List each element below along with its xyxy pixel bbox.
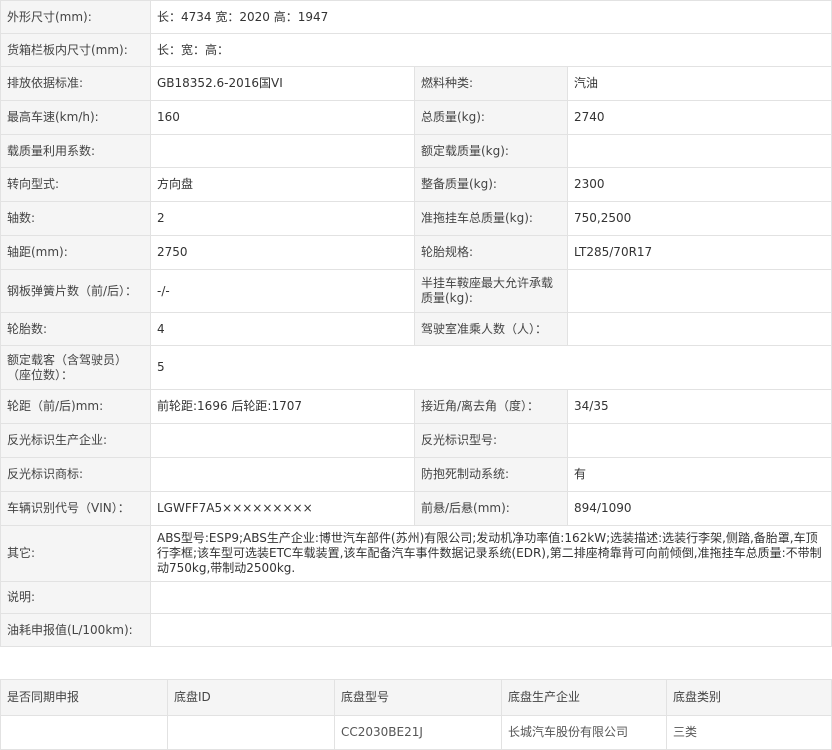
spec-label: 最高车速(km/h):	[0, 100, 151, 135]
spec-label: 轴数:	[0, 201, 151, 236]
spec-value: 894/1090	[566, 491, 832, 526]
spec-row: 轴数: 2 准拖挂车总质量(kg): 750,2500	[0, 201, 832, 236]
spec-label: 车辆识别代号（VIN）：	[0, 491, 151, 526]
spec-label: 整备质量(kg):	[414, 167, 568, 202]
spec-label: 轮胎规格:	[414, 235, 568, 270]
spec-value: 方向盘	[150, 167, 415, 202]
spec-row: 说明:	[0, 581, 832, 614]
spec-value: 长：4734 宽：2020 高：1947	[149, 0, 832, 34]
chassis-cell	[167, 715, 335, 750]
spec-value	[150, 423, 415, 458]
chassis-cell	[0, 715, 168, 750]
spec-label: 燃料种类:	[414, 66, 568, 101]
spec-label: 排放依据标准:	[0, 66, 151, 101]
spec-value: 34/35	[566, 389, 832, 424]
spec-label: 载质量利用系数:	[0, 134, 151, 168]
spec-label: 反光标识型号:	[414, 423, 568, 458]
spec-row: 轮距（前/后)mm: 前轮距:1696 后轮距:1707 接近角/离去角（度）： 34…	[0, 389, 832, 424]
spec-value: LGWFF7A5×××××××××	[150, 491, 415, 526]
vehicle-spec-body: 外形尺寸(mm): 长：4734 宽：2020 高：1947 货箱栏板内尺寸(mm)…	[0, 0, 832, 647]
spec-value	[150, 134, 415, 168]
spec-value	[150, 457, 415, 492]
spec-label: 驾驶室准乘人数（人）：	[414, 312, 568, 346]
chassis-header-cell: 底盘型号	[334, 679, 502, 716]
spec-value	[566, 134, 832, 168]
vehicle-spec-table: 外形尺寸(mm): 长：4734 宽：2020 高：1947 货箱栏板内尺寸(mm)…	[0, 0, 832, 647]
chassis-header-cell: 底盘生产企业	[501, 679, 667, 716]
spec-value: LT285/70R17	[566, 235, 832, 270]
spec-label: 准拖挂车总质量(kg):	[414, 201, 568, 236]
spec-value: 有	[566, 457, 832, 492]
spec-row: 货箱栏板内尺寸(mm): 长：宽：高：	[0, 33, 832, 67]
spec-label: 防抱死制动系统:	[414, 457, 568, 492]
spec-row: 轮胎数: 4 驾驶室准乘人数（人）：	[0, 312, 832, 346]
spec-row: 外形尺寸(mm): 长：4734 宽：2020 高：1947	[0, 0, 832, 34]
spec-row: 额定载客（含驾驶员）（座位数）： 5	[0, 345, 832, 390]
spec-label: 额定载质量(kg):	[414, 134, 568, 168]
spec-value: GB18352.6-2016国VI	[150, 66, 415, 101]
spec-value: 2750	[150, 235, 415, 270]
spec-row: 载质量利用系数: 额定载质量(kg):	[0, 134, 832, 168]
chassis-body: CC2030BE21J 长城汽车股份有限公司 三类	[0, 715, 832, 750]
spec-value: 2	[150, 201, 415, 236]
chassis-table: 是否同期申报 底盘ID 底盘型号 底盘生产企业 底盘类别 CC2030BE21J 长城汽车…	[0, 679, 832, 750]
chassis-cell: CC2030BE21J	[334, 715, 502, 750]
spec-label: 货箱栏板内尺寸(mm):	[0, 33, 151, 67]
spec-value: -/-	[150, 269, 415, 313]
spec-row: 其它: ABS型号:ESP9;ABS生产企业:博世汽车部件(苏州)有限公司;发动机…	[0, 525, 832, 582]
spec-row: 最高车速(km/h): 160 总质量(kg): 2740	[0, 100, 832, 135]
spec-label: 说明:	[0, 581, 151, 614]
spec-row: 反光标识商标: 防抱死制动系统: 有	[0, 457, 832, 492]
spec-label: 半挂车鞍座最大允许承载质量(kg):	[414, 269, 568, 313]
chassis-cell: 三类	[666, 715, 832, 750]
spec-label: 轮胎数:	[0, 312, 151, 346]
spec-value	[566, 423, 832, 458]
spec-value	[566, 312, 832, 346]
spec-value: 汽油	[566, 66, 832, 101]
spec-row: 轴距(mm): 2750 轮胎规格: LT285/70R17	[0, 235, 832, 270]
spec-row: 车辆识别代号（VIN）： LGWFF7A5××××××××× 前悬/后悬(mm): 8…	[0, 491, 832, 526]
chassis-header-cell: 底盘ID	[167, 679, 335, 716]
spec-value	[149, 613, 832, 647]
spec-label: 额定载客（含驾驶员）（座位数）：	[0, 345, 151, 390]
spec-value: 4	[150, 312, 415, 346]
spec-value: 长：宽：高：	[149, 33, 832, 67]
spec-value: 2300	[566, 167, 832, 202]
spec-label: 接近角/离去角（度）：	[414, 389, 568, 424]
spec-label: 反光标识生产企业:	[0, 423, 151, 458]
spec-value: 750,2500	[566, 201, 832, 236]
chassis-cell: 长城汽车股份有限公司	[501, 715, 667, 750]
spec-row: 排放依据标准: GB18352.6-2016国VI 燃料种类: 汽油	[0, 66, 832, 101]
spec-row: 反光标识生产企业: 反光标识型号:	[0, 423, 832, 458]
spec-value: 2740	[566, 100, 832, 135]
spec-row: 钢板弹簧片数（前/后）： -/- 半挂车鞍座最大允许承载质量(kg):	[0, 269, 832, 313]
chassis-header-row: 是否同期申报 底盘ID 底盘型号 底盘生产企业 底盘类别	[0, 679, 832, 716]
spec-value	[566, 269, 832, 313]
spec-row: 转向型式: 方向盘 整备质量(kg): 2300	[0, 167, 832, 202]
spec-value: ABS型号:ESP9;ABS生产企业:博世汽车部件(苏州)有限公司;发动机净功率…	[149, 525, 832, 582]
chassis-row: CC2030BE21J 长城汽车股份有限公司 三类	[0, 715, 832, 750]
spec-label: 轴距(mm):	[0, 235, 151, 270]
spec-label: 其它:	[0, 525, 151, 582]
spec-label: 前悬/后悬(mm):	[414, 491, 568, 526]
spec-value: 前轮距:1696 后轮距:1707	[150, 389, 415, 424]
chassis-header-cell: 底盘类别	[666, 679, 832, 716]
spec-label: 总质量(kg):	[414, 100, 568, 135]
spec-label: 油耗申报值(L/100km):	[0, 613, 151, 647]
spec-label: 反光标识商标:	[0, 457, 151, 492]
spec-label: 轮距（前/后)mm:	[0, 389, 151, 424]
spec-value: 160	[150, 100, 415, 135]
spec-value: 5	[149, 345, 832, 390]
chassis-header-cell: 是否同期申报	[0, 679, 168, 716]
spec-row: 油耗申报值(L/100km):	[0, 613, 832, 647]
spec-label: 转向型式:	[0, 167, 151, 202]
spec-value	[149, 581, 832, 614]
spec-label: 钢板弹簧片数（前/后）：	[0, 269, 151, 313]
spec-label: 外形尺寸(mm):	[0, 0, 151, 34]
